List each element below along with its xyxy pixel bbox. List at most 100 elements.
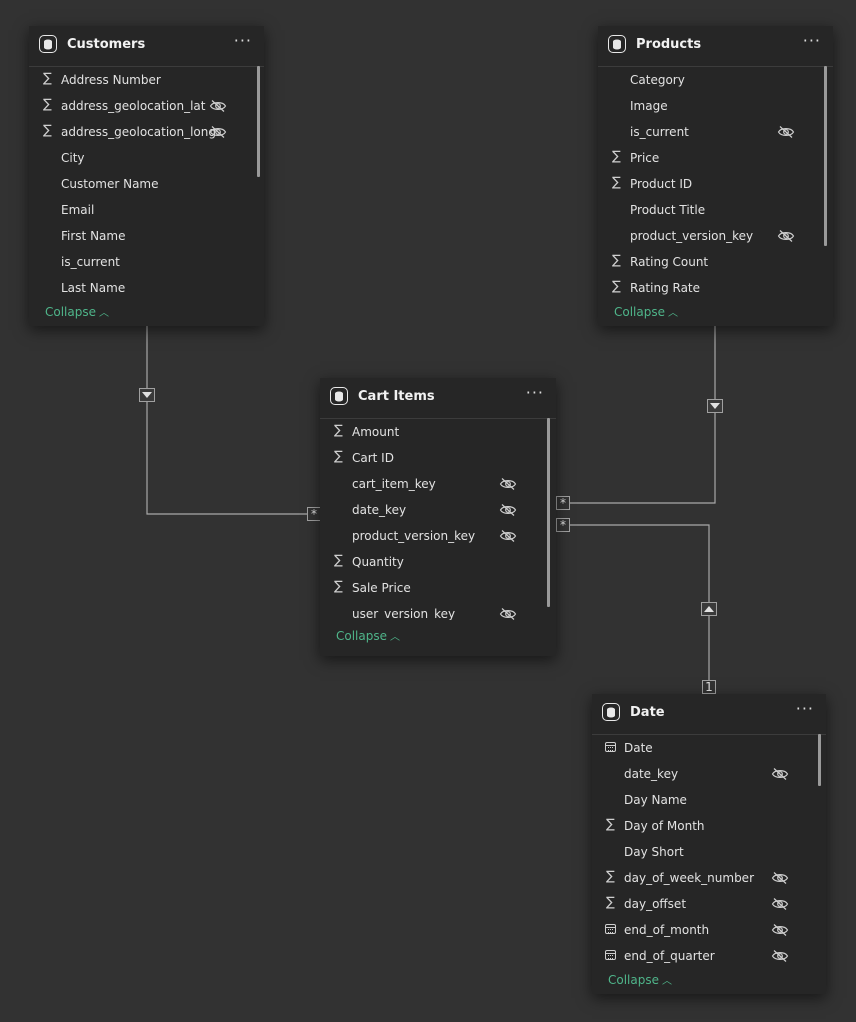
relationship-customers-cart-items (146, 326, 320, 515)
table-header[interactable]: Products ··· (598, 26, 833, 67)
scrollbar-thumb[interactable] (818, 734, 821, 786)
field-row[interactable]: ∑ Price (598, 145, 833, 171)
collapse-button[interactable]: Collapse ︿ (614, 304, 678, 319)
more-options-button[interactable]: ··· (796, 699, 814, 718)
eye-off-icon[interactable] (777, 228, 795, 242)
field-row[interactable]: ∑ address_geolocation_long (29, 119, 264, 145)
field-name: Date (624, 741, 653, 755)
field-row[interactable]: user_version_key (320, 601, 556, 620)
field-name: Image (630, 99, 668, 113)
field-row[interactable]: Customer Name (29, 171, 264, 197)
field-row[interactable]: date_key (320, 497, 556, 523)
chevron-up-icon: ︿ (99, 308, 109, 319)
field-row[interactable]: Category (598, 67, 833, 93)
scrollbar-thumb[interactable] (824, 66, 827, 246)
table-card-products[interactable]: Products ··· Category Image is_current ∑ Pri… (598, 26, 833, 326)
more-options-button[interactable]: ··· (803, 31, 821, 50)
field-row[interactable]: cart_item_key (320, 471, 556, 497)
field-row[interactable]: ∑ Product ID (598, 171, 833, 197)
chevron-up-icon: ︿ (390, 632, 400, 643)
eye-off-icon[interactable] (209, 98, 227, 112)
table-header[interactable]: Customers ··· (29, 26, 264, 67)
filter-direction-customers[interactable] (139, 388, 155, 402)
filter-direction-products[interactable] (707, 399, 723, 413)
field-row[interactable]: ∑ address_geolocation_lat (29, 93, 264, 119)
field-row[interactable]: ∑ Quantity (320, 549, 556, 575)
field-name: Sale Price (352, 581, 411, 595)
field-row[interactable]: end_of_month (592, 917, 826, 943)
field-row[interactable]: City (29, 145, 264, 171)
field-name: Rating Rate (630, 281, 701, 295)
table-card-date[interactable]: Date ··· Date date_key Day Name ∑ Day of Mon… (592, 694, 826, 994)
field-row[interactable]: ∑ Rating Rate (598, 275, 833, 298)
field-row[interactable]: product_version_key (598, 223, 833, 249)
field-row[interactable]: ∑ Cart ID (320, 445, 556, 471)
eye-off-icon[interactable] (499, 528, 517, 542)
field-row[interactable]: end_of_quarter (592, 943, 826, 966)
filter-direction-date[interactable] (701, 602, 717, 616)
collapse-button[interactable]: Collapse ︿ (336, 628, 400, 643)
field-row[interactable]: product_version_key (320, 523, 556, 549)
table-title: Customers (67, 37, 146, 52)
eye-off-icon[interactable] (499, 606, 517, 620)
table-card-cart-items[interactable]: Cart Items ··· ∑ Amount ∑ Cart ID cart_item_… (320, 378, 556, 656)
sigma-icon: ∑ (606, 895, 615, 910)
table-header[interactable]: Cart Items ··· (320, 378, 556, 419)
field-row[interactable]: date_key (592, 761, 826, 787)
field-row[interactable]: ∑ Amount (320, 419, 556, 445)
sigma-icon: ∑ (606, 817, 615, 832)
field-row[interactable]: ∑ day_offset (592, 891, 826, 917)
more-options-button[interactable]: ··· (526, 383, 544, 402)
field-row[interactable]: ∑ Address Number (29, 67, 264, 93)
more-options-button[interactable]: ··· (234, 31, 252, 50)
field-list[interactable]: Category Image is_current ∑ Price ∑ Product ID… (598, 67, 833, 298)
field-row[interactable]: Day Short (592, 839, 826, 865)
field-name: end_of_month (624, 923, 710, 937)
eye-off-icon[interactable] (499, 502, 517, 516)
field-name: Product Title (630, 203, 706, 217)
scrollbar-thumb[interactable] (547, 418, 550, 607)
eye-off-icon[interactable] (209, 124, 227, 138)
table-title: Date (630, 705, 665, 720)
eye-off-icon[interactable] (771, 896, 789, 910)
field-name: Customer Name (61, 177, 159, 191)
scrollbar-thumb[interactable] (257, 66, 260, 177)
collapse-button[interactable]: Collapse ︿ (608, 972, 672, 987)
eye-off-icon[interactable] (771, 922, 789, 936)
field-list[interactable]: ∑ Address Number ∑ address_geolocation_lat ∑… (29, 67, 264, 298)
field-row[interactable]: ∑ Rating Count (598, 249, 833, 275)
field-row[interactable]: ∑ Sale Price (320, 575, 556, 601)
field-name: end_of_quarter (624, 949, 715, 963)
sigma-icon: ∑ (334, 553, 343, 568)
field-row[interactable]: is_current (29, 249, 264, 275)
model-canvas[interactable]: * * * 1 Customers ··· ∑ Address Number ∑ ad… (0, 0, 856, 1022)
eye-off-icon[interactable] (771, 766, 789, 780)
field-name: is_current (61, 255, 120, 269)
field-row[interactable]: Email (29, 197, 264, 223)
field-row[interactable]: ∑ Day of Month (592, 813, 826, 839)
eye-off-icon[interactable] (777, 124, 795, 138)
table-title: Products (636, 37, 702, 52)
chevron-up-icon: ︿ (662, 976, 672, 987)
field-row[interactable]: Date (592, 735, 826, 761)
field-row[interactable]: Product Title (598, 197, 833, 223)
field-name: Day Name (624, 793, 687, 807)
field-list[interactable]: Date date_key Day Name ∑ Day of Month Day Sho… (592, 735, 826, 966)
field-row[interactable]: ∑ day_of_week_number (592, 865, 826, 891)
field-list[interactable]: ∑ Amount ∑ Cart ID cart_item_key date_key prod… (320, 419, 556, 620)
arrow-up-icon (704, 606, 714, 612)
eye-off-icon[interactable] (771, 948, 789, 962)
collapse-button[interactable]: Collapse ︿ (45, 304, 109, 319)
field-row[interactable]: First Name (29, 223, 264, 249)
field-row[interactable]: Image (598, 93, 833, 119)
field-name: day_offset (624, 897, 687, 911)
table-card-customers[interactable]: Customers ··· ∑ Address Number ∑ address_ge… (29, 26, 264, 326)
field-row[interactable]: is_current (598, 119, 833, 145)
table-header[interactable]: Date ··· (592, 694, 826, 735)
sigma-icon: ∑ (43, 97, 52, 112)
calendar-icon (605, 924, 616, 934)
field-row[interactable]: Day Name (592, 787, 826, 813)
eye-off-icon[interactable] (771, 870, 789, 884)
eye-off-icon[interactable] (499, 476, 517, 490)
field-row[interactable]: Last Name (29, 275, 264, 298)
